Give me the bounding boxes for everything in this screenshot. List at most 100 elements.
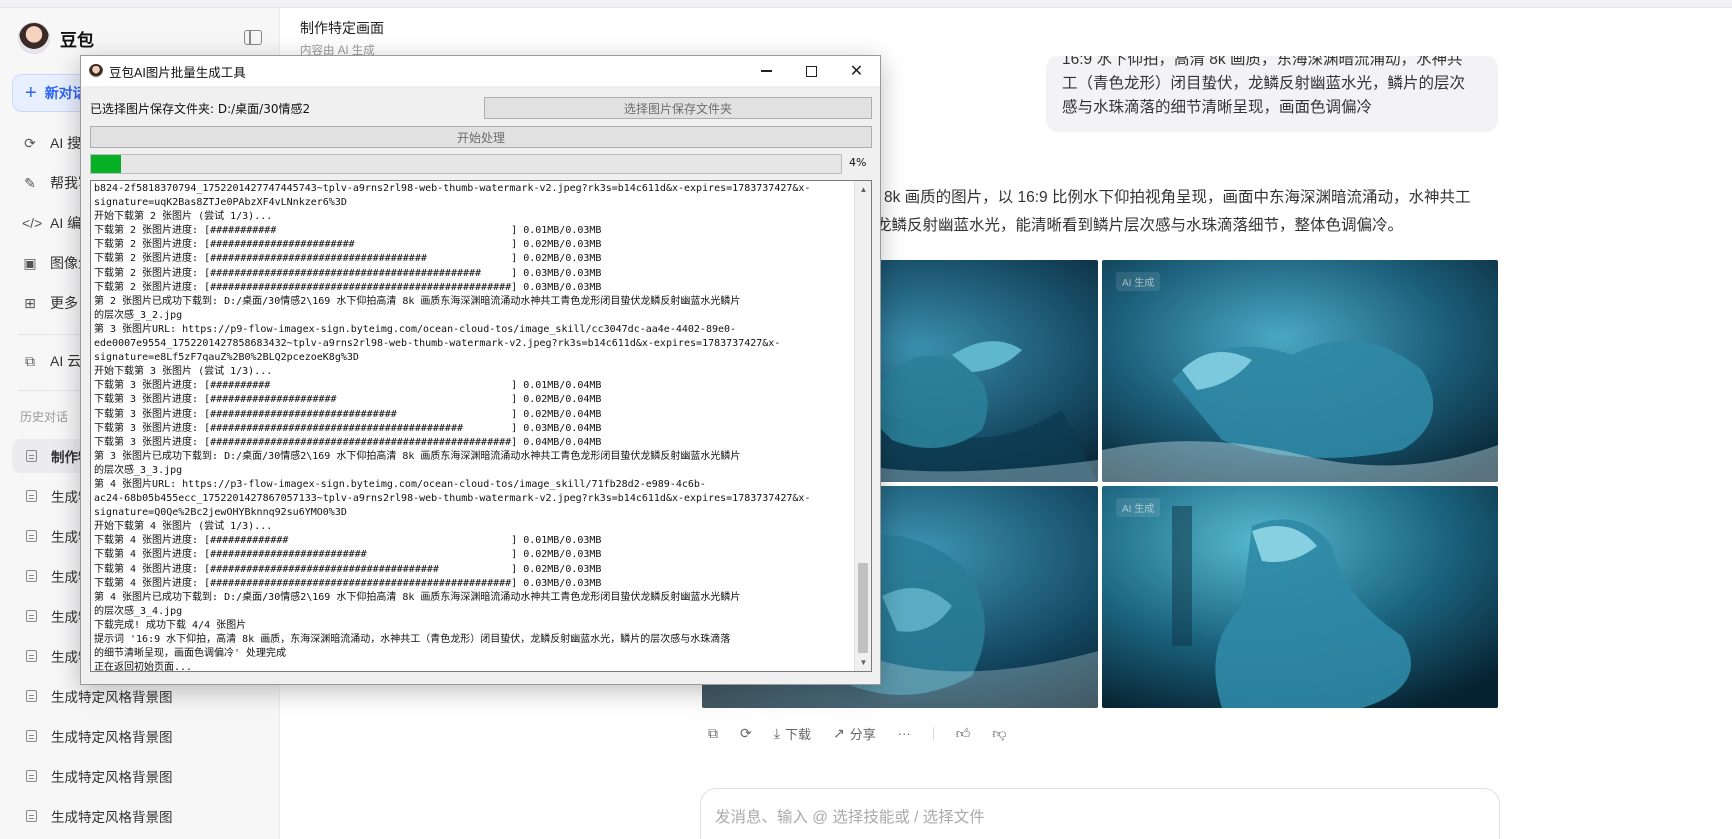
dragon-image-2 xyxy=(1102,260,1498,482)
ai-generated-tag: AI 生成 xyxy=(1116,272,1161,291)
history-item[interactable]: 生成特定风格背景图 xyxy=(12,719,262,753)
scroll-thumb[interactable] xyxy=(858,563,868,653)
download-label: 下载 xyxy=(784,727,811,742)
log-line: signature=Q0Qe%2Bc2jewOHYBknnq92su6YMO0%… xyxy=(94,507,347,519)
chat-doc-icon xyxy=(26,770,37,782)
share-button[interactable]: ↗ 分享 xyxy=(833,724,876,743)
chat-doc-icon xyxy=(26,450,37,462)
maximize-icon xyxy=(806,65,817,77)
more-button[interactable]: ··· xyxy=(898,726,911,741)
log-line: 开始下载第 4 张图片 (尝试 1/3)... xyxy=(94,521,273,533)
history-item-label: 生成特定风格背景图 xyxy=(51,810,173,825)
scroll-up-icon[interactable]: ▲ xyxy=(855,181,871,198)
app-icon xyxy=(89,64,103,78)
log-line: 的层次感_3_2.jpg xyxy=(94,309,183,321)
log-line: 第 3 张图片URL: https://p9-flow-imagex-sign.… xyxy=(94,323,737,335)
chat-doc-icon xyxy=(26,730,37,742)
progress-fill xyxy=(91,155,121,173)
history-item-label: 生成特定风格背景图 xyxy=(51,730,173,745)
page-title: 制作特定画面 xyxy=(300,20,384,36)
download-icon: ⤓ xyxy=(773,725,780,741)
log-line: ac24-68b05b455ecc_1752201427867057133~tp… xyxy=(94,493,811,505)
dislike-button[interactable]: 👎︎ xyxy=(992,725,1006,742)
prompt-line: 感与水珠滴落的细节清晰呈现，画面色调偏冷 xyxy=(1062,99,1373,116)
download-button[interactable]: ⤓ 下载 xyxy=(774,724,811,743)
log-line: signature=uqK2Bas8ZTJe0PAbzXF4vLNnkzer6%… xyxy=(94,197,347,209)
chat-doc-icon xyxy=(26,530,37,542)
maximize-button[interactable] xyxy=(789,56,834,86)
more-label: ··· xyxy=(897,726,911,741)
brand-name: 豆包 xyxy=(60,30,94,50)
scroll-down-icon[interactable]: ▼ xyxy=(855,654,871,671)
avatar xyxy=(18,22,50,54)
pen-icon: ✎ xyxy=(24,175,36,191)
generated-image[interactable]: AI 生成 xyxy=(1102,486,1498,708)
chat-doc-icon xyxy=(26,810,37,822)
log-line: 下载第 4 张图片进度: [##########################… xyxy=(94,549,602,561)
thumbs-down-icon: 👎︎ xyxy=(992,725,1007,741)
log-line: b824-2f5818370794_1752201427747445743~tp… xyxy=(94,183,811,194)
sidebar-collapse-icon[interactable] xyxy=(244,30,262,45)
log-line: 开始下载第 2 张图片 (尝试 1/3)... xyxy=(94,211,273,223)
log-line: 第 4 张图片URL: https://p3-flow-imagex-sign.… xyxy=(94,478,706,490)
thumbs-up-icon: 👍︎ xyxy=(955,725,971,741)
log-line: 的细节清晰呈现，画面色调偏冷' 处理完成 xyxy=(94,648,287,660)
log-line: 下载第 2 张图片进度: [########### ] 0.01MB/0.03M… xyxy=(94,225,602,237)
dragon-image-4 xyxy=(1102,486,1498,708)
composer-placeholder: 发消息、输入 @ 选择技能或 / 选择文件 xyxy=(715,809,985,826)
close-button[interactable]: ✕ xyxy=(834,56,879,86)
chat-doc-icon xyxy=(26,570,37,582)
chat-doc-icon xyxy=(26,490,37,502)
log-line: 下载第 3 张图片进度: [##################### ] 0.… xyxy=(94,394,602,406)
grid-icon: ⊞ xyxy=(24,295,36,311)
log-line: 下载第 3 张图片进度: [########## ] 0.01MB/0.04MB xyxy=(94,380,602,392)
log-line: 提示词 '16:9 水下仰拍，高清 8k 画质，东海深渊暗流涌动，水神共工（青色… xyxy=(94,634,731,645)
batch-tool-window: 豆包AI图片批量生成工具 ✕ 已选择图片保存文件夹: D:/桌面/30情感2 选… xyxy=(80,55,881,685)
user-prompt-bubble: 16:9 水下仰拍，高清 8k 画质，东海深渊暗流涌动，水神共 工（青色龙形）闭… xyxy=(1046,56,1498,132)
divider xyxy=(932,726,934,741)
brand[interactable]: 豆包 xyxy=(18,22,94,54)
regenerate-button[interactable]: ⟳ xyxy=(740,725,752,742)
log-line: 的层次感_3_3.jpg xyxy=(94,464,183,476)
top-strip xyxy=(0,0,1732,8)
prompt-line: 16:9 水下仰拍，高清 8k 画质，东海深渊暗流涌动，水神共 xyxy=(1062,56,1463,68)
copy-button[interactable]: ⧉ xyxy=(708,725,718,742)
log-line: 下载第 3 张图片进度: [##########################… xyxy=(94,408,602,420)
progress-bar xyxy=(90,154,842,174)
log-line: 正在返回初始页面... xyxy=(94,662,193,672)
minimize-button[interactable] xyxy=(744,56,789,86)
prompt-line: 工（青色龙形）闭目蛰伏，龙鳞反射幽蓝水光，鳞片的层次 xyxy=(1062,75,1466,92)
log-textarea[interactable]: b824-2f5818370794_1752201427747445743~tp… xyxy=(90,180,872,672)
log-line: ede0007e9554_1752201427858683432~tplv-a9… xyxy=(94,338,781,350)
log-line: 第 2 张图片已成功下载到: D:/桌面/30情感2\169 水下仰拍高清 8k… xyxy=(94,295,741,307)
log-content: b824-2f5818370794_1752201427747445743~tp… xyxy=(94,182,852,672)
window-titlebar[interactable]: 豆包AI图片批量生成工具 ✕ xyxy=(81,56,880,86)
chat-doc-icon xyxy=(26,690,37,702)
like-button[interactable]: 👍︎ xyxy=(956,725,971,742)
history-item[interactable]: 生成特定风格背景图 xyxy=(12,759,262,793)
log-line: 下载第 4 张图片进度: [############# ] 0.01MB/0.0… xyxy=(94,535,602,547)
cloud-icon: ⧉ xyxy=(25,353,35,369)
log-line: 下载第 3 张图片进度: [##########################… xyxy=(94,436,602,448)
log-line: 下载第 4 张图片进度: [##########################… xyxy=(94,563,602,575)
start-button[interactable]: 开始处理 xyxy=(90,126,872,148)
ai-generated-tag: AI 生成 xyxy=(1116,498,1161,517)
message-composer[interactable]: 发消息、输入 @ 选择技能或 / 选择文件 xyxy=(700,788,1500,839)
log-line: 第 4 张图片已成功下载到: D:/桌面/30情感2\169 水下仰拍高清 8k… xyxy=(94,591,741,603)
refresh-search-icon: ⟳ xyxy=(24,135,36,151)
progress-percent: 4% xyxy=(849,156,867,169)
log-scrollbar[interactable]: ▲ ▼ xyxy=(854,181,871,671)
close-icon: ✕ xyxy=(849,63,864,80)
minimize-icon xyxy=(761,70,772,72)
sidebar-item-label: 更多 xyxy=(50,295,78,311)
log-line: 下载第 3 张图片进度: [##########################… xyxy=(94,422,602,434)
history-item-label: 生成特定风格背景图 xyxy=(51,770,173,785)
select-folder-button[interactable]: 选择图片保存文件夹 xyxy=(484,97,872,119)
generated-image[interactable]: AI 生成 xyxy=(1102,260,1498,482)
plus-icon: + xyxy=(25,82,37,104)
history-item[interactable]: 生成特定风格背景图 xyxy=(12,799,262,833)
log-line: 第 3 张图片已成功下载到: D:/桌面/30情感2\169 水下仰拍高清 8k… xyxy=(94,450,741,462)
message-actions: ⧉ ⟳ ⤓ 下载 ↗ 分享 ··· 👍︎ 👎︎ xyxy=(708,724,1007,743)
refresh-icon: ⟳ xyxy=(740,725,752,741)
copy-icon: ⧉ xyxy=(708,725,718,741)
